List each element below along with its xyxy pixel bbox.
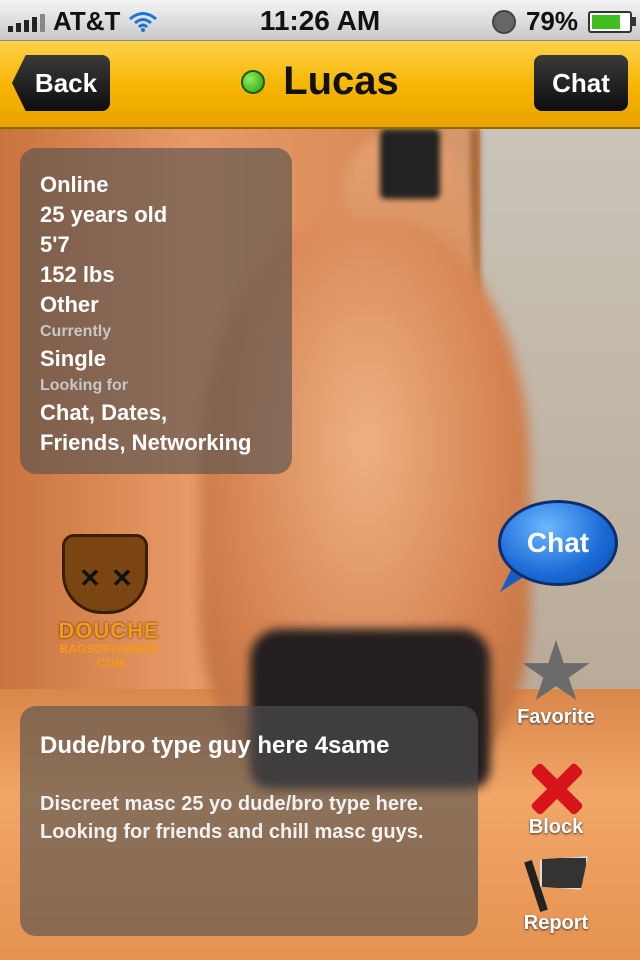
watermark-line1: DOUCHE	[58, 618, 160, 643]
age-text: 25 years old	[40, 202, 168, 227]
block-label: Block	[528, 816, 584, 838]
status-bar: AT&T 11:26 AM 79%	[0, 0, 640, 41]
about-heading: Dude/bro type guy here 4same	[40, 732, 390, 759]
watermark-line2: BAGSOFGRINDR	[59, 642, 159, 656]
profile-name-title: Lucas	[283, 59, 399, 103]
looking-for-text-1: Chat, Dates,	[40, 400, 168, 425]
x-icon	[529, 762, 584, 816]
about-description: Discreet masc 25 yo dude/bro type here. …	[40, 793, 424, 843]
mask-icon: ✕ ✕	[62, 534, 148, 614]
about-panel: Dude/bro type guy here 4same Discreet ma…	[20, 706, 478, 936]
report-label: Report	[523, 912, 589, 934]
profile-stats-panel: Online 25 years old 5'7 152 lbs Other Cu…	[20, 148, 292, 474]
navigation-bar: Back Lucas Chat	[0, 41, 640, 129]
online-status-text: Online	[40, 172, 109, 197]
battery-icon	[588, 10, 636, 33]
favorite-label: Favorite	[517, 706, 595, 728]
favorite-button[interactable]: Favorite	[506, 640, 606, 729]
watermark-line3: .COM	[93, 656, 125, 670]
watermark-logo: ✕ ✕ DOUCHE BAGSOFGRINDR .COM	[44, 534, 174, 674]
star-icon	[522, 640, 590, 701]
battery-percent: 79%	[525, 6, 578, 36]
currently-label: Currently	[40, 323, 112, 340]
chat-bubble-button[interactable]: Chat	[498, 500, 618, 586]
weight-text: 152 lbs	[40, 262, 115, 287]
online-status-icon	[241, 69, 266, 94]
looking-for-text-2: Friends, Networking	[40, 430, 252, 455]
status-right: 79%	[491, 6, 636, 37]
block-button[interactable]: Block	[506, 762, 606, 839]
clock-icon	[491, 9, 516, 34]
relationship-text: Single	[40, 346, 107, 371]
report-button[interactable]: Report	[506, 856, 606, 935]
ethnicity-text: Other	[40, 292, 99, 317]
flag-icon	[524, 856, 588, 912]
looking-for-label: Looking for	[40, 377, 128, 394]
chat-nav-button[interactable]: Chat	[534, 55, 628, 111]
height-text: 5'7	[40, 232, 70, 257]
